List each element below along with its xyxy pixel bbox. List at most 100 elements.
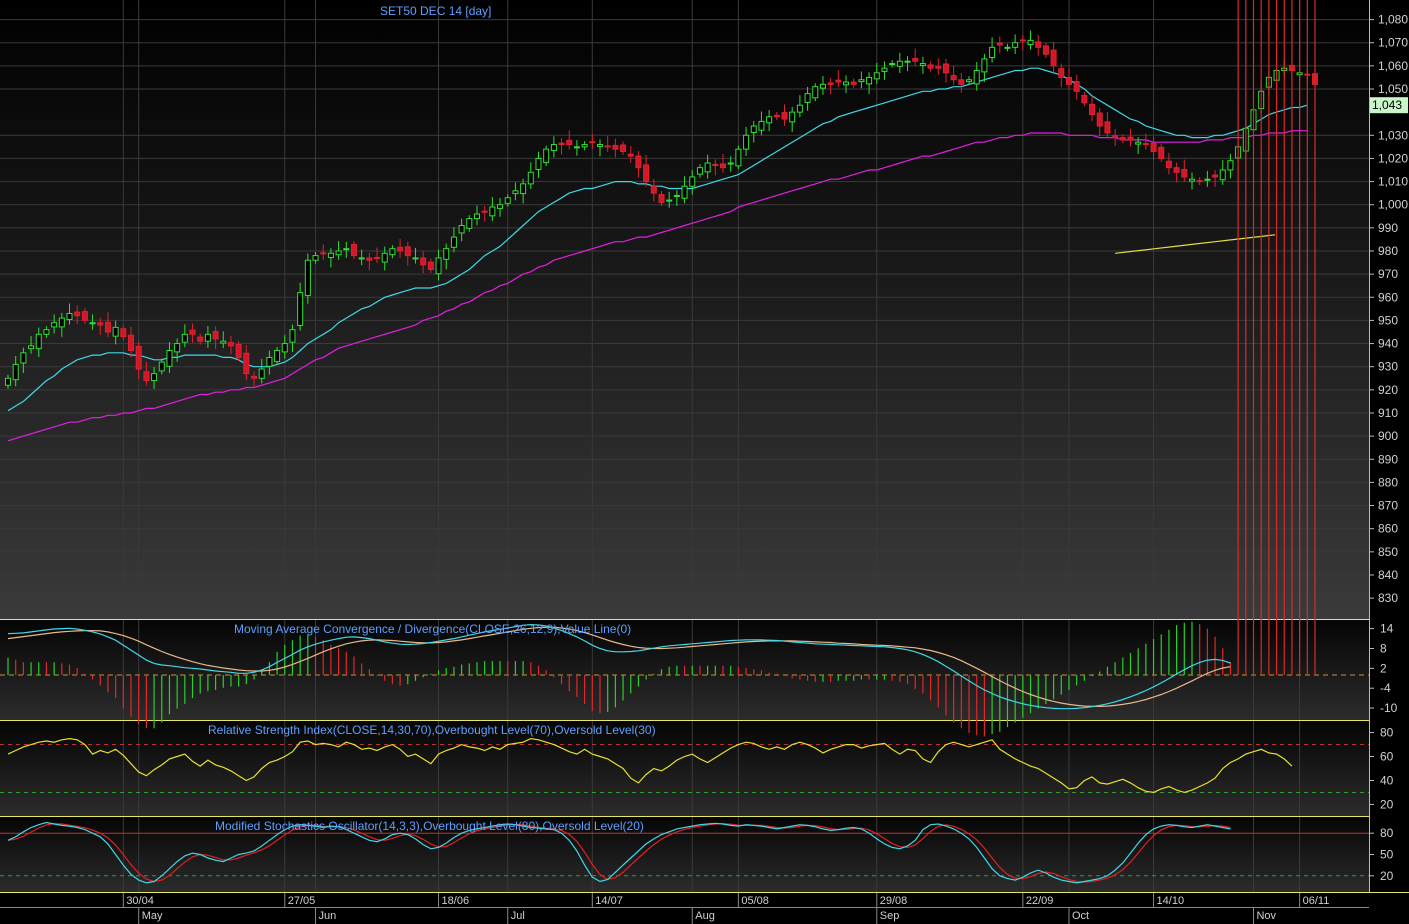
candle-body (58, 317, 65, 328)
candle-body (850, 81, 857, 85)
candle-body (404, 246, 411, 257)
candle-body (1027, 39, 1034, 46)
price-tick-label: 860 (1378, 522, 1398, 536)
candle-body (274, 349, 281, 363)
candle-body (20, 352, 27, 364)
candle-body (289, 329, 296, 343)
candle-body (158, 361, 165, 372)
candle-body (1004, 46, 1011, 49)
candle-body (1050, 49, 1057, 67)
price-tick-label: 940 (1378, 337, 1398, 351)
candle-body (835, 79, 842, 83)
panel-backgrounds (0, 0, 1409, 924)
date-tick-label: 27/05 (288, 895, 316, 907)
candle-body (135, 345, 142, 370)
candle-body (981, 58, 988, 73)
candle-body (704, 162, 711, 173)
candle-body (227, 342, 234, 347)
candle-body (343, 248, 350, 251)
macd-panel-title: Moving Average Convergence / Divergence(… (234, 622, 631, 636)
candle-body (935, 66, 942, 69)
price-tick-label: 1,010 (1378, 175, 1408, 189)
candle-body (466, 218, 473, 229)
candle-body (958, 79, 965, 85)
candle-body (504, 197, 511, 204)
candle-body (858, 79, 865, 83)
candle-body (681, 185, 688, 199)
candle-body (374, 256, 381, 259)
candle-body (335, 250, 342, 256)
candle-body (1089, 103, 1096, 115)
candle-body (1227, 160, 1234, 171)
candle-body (712, 163, 719, 166)
candle-body (1035, 41, 1042, 48)
candle-body (1142, 143, 1149, 146)
candle-body (789, 111, 796, 123)
rsi-tick-label: 40 (1380, 773, 1394, 787)
candle-body (489, 206, 496, 217)
price-tick-label: 830 (1378, 591, 1398, 605)
candle-body (358, 257, 365, 260)
candle-body (1019, 39, 1026, 42)
candle-body (812, 86, 819, 99)
price-tick-label: 850 (1378, 545, 1398, 559)
candle-body (566, 139, 573, 146)
candle-body (28, 345, 35, 350)
price-tick-label: 950 (1378, 313, 1398, 327)
candle-body (389, 248, 396, 256)
price-tick-label: 870 (1378, 499, 1398, 513)
candle-body (942, 63, 949, 74)
price-tick-label: 1,060 (1378, 59, 1408, 73)
candle-body (197, 336, 204, 342)
candle-body (1173, 167, 1180, 173)
candle-body (696, 167, 703, 175)
candle-body (443, 248, 450, 260)
candle-body (1181, 169, 1188, 178)
candle-body (1065, 76, 1072, 85)
candle-body (804, 93, 811, 103)
candle-body (1081, 94, 1088, 104)
candle-body (427, 261, 434, 271)
candle-body (527, 171, 534, 185)
month-tick-label: Aug (695, 910, 715, 922)
rsi-panel-title: Relative Strength Index(CLOSE,14,30,70),… (208, 723, 656, 737)
candle-body (350, 244, 357, 257)
month-tick-label: Jul (511, 910, 525, 922)
candle-body (535, 157, 542, 171)
candle-body (220, 340, 227, 344)
candle-body (1165, 160, 1172, 169)
candle-body (589, 141, 596, 144)
candle-body (1196, 180, 1203, 183)
stoch-tick-label: 50 (1380, 848, 1394, 862)
date-tick-label: 29/08 (880, 895, 908, 907)
candle-body (896, 60, 903, 67)
candle-body (281, 343, 288, 353)
candle-body (1219, 169, 1226, 181)
candle-body (166, 349, 173, 367)
candle-body (381, 252, 388, 263)
candle-body (473, 213, 480, 220)
candle-body (435, 257, 442, 275)
date-tick-label: 22/09 (1026, 895, 1054, 907)
last-price-label: 1,043 (1372, 98, 1402, 112)
price-panel-bg (0, 0, 1369, 619)
candle-body (581, 144, 588, 148)
candle-body (458, 225, 465, 234)
candle-body (666, 199, 673, 202)
candle-body (1150, 142, 1157, 152)
price-tick-label: 890 (1378, 452, 1398, 466)
month-tick-label: May (142, 910, 163, 922)
candle-body (420, 257, 427, 266)
date-tick-label: 30/04 (126, 895, 154, 907)
candle-body (904, 60, 911, 63)
candle-body (650, 185, 657, 194)
candle-body (512, 190, 519, 195)
candle-body (950, 75, 957, 81)
candle-body (304, 259, 311, 296)
candle-body (773, 114, 780, 118)
candle-body (827, 82, 834, 85)
candle-body (520, 183, 527, 195)
rsi-tick-label: 60 (1380, 750, 1394, 764)
price-tick-label: 1,050 (1378, 82, 1408, 96)
candle-body (120, 328, 127, 338)
